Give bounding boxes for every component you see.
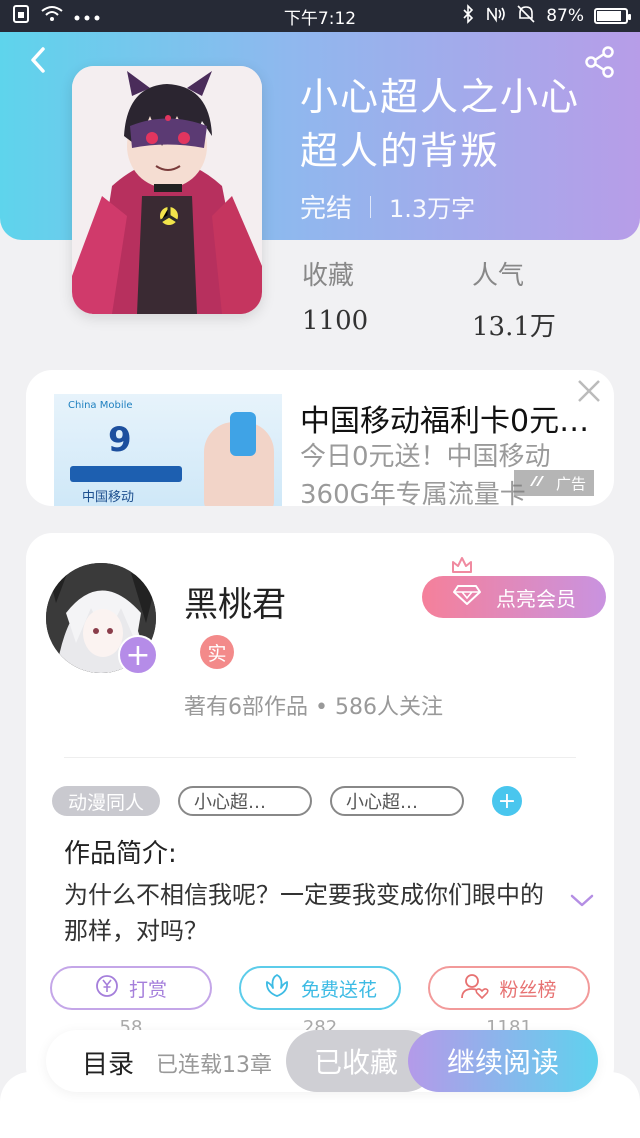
tag-item[interactable]: 小心超… [178,786,313,816]
flower-label: 免费送花 [300,978,377,1001]
popularity-value: 13.1万 [472,312,556,342]
verified-badge: 实 [200,635,234,669]
bottom-bar: 目录 已连载13章 已收藏 继续阅读 [46,1030,598,1092]
back-button[interactable] [18,42,58,82]
continue-reading-button[interactable]: 继续阅读 [408,1030,598,1092]
ad-mark-icon [528,474,550,492]
ad-card[interactable]: China Mobile 9 中国移动 中国移动福利卡0元… 今日0元送！中国移… [26,370,614,506]
status-bar: 下午7:12 87% [0,0,640,32]
action-buttons: 打赏 免费送花 粉丝榜 [50,966,590,1010]
nfc-icon [484,5,506,28]
diamond-icon [452,584,482,611]
toc-button[interactable]: 目录 [82,1044,134,1081]
reward-button[interactable]: 打赏 [50,966,212,1010]
author-card: + 黑桃君 实 点亮会员 著有6部作品 • 586人关注 动漫同人 小心超… 小… [26,533,614,1093]
flower-icon [263,973,291,1003]
ad-image[interactable]: China Mobile 9 中国移动 [54,394,282,506]
stat-popularity: 人气 13.1万 [472,255,556,343]
intro-text: 为什么不相信我呢？一定要我变成你们眼中的那样，对吗？ [64,881,544,945]
yen-coin-icon [95,974,119,1003]
mute-bell-icon [516,4,536,29]
user-heart-icon [461,973,490,1004]
book-word-count: 1.3万字 [389,195,476,223]
battery-percent: 87% [546,6,584,26]
popularity-label: 人气 [472,261,525,291]
meta-divider [370,195,372,218]
vip-button-label: 点亮会员 [496,586,576,611]
author-name[interactable]: 黑桃君 [184,577,286,626]
battery-level [597,11,622,21]
ad-image-logo: China Mobile [68,400,133,411]
favorites-label: 收藏 [302,261,355,291]
tag-item[interactable]: 小心超… [330,786,465,816]
expand-intro-button[interactable] [570,893,594,912]
tag-list: 动漫同人 小心超… 小心超… + [52,786,523,816]
favorites-value: 1100 [302,306,369,336]
stat-favorites: 收藏 1100 [302,255,368,336]
book-cover[interactable] [72,66,262,314]
book-status: 完结 [300,194,353,224]
author-stats: 著有6部作品 • 586人关注 [184,695,443,720]
ad-title[interactable]: 中国移动福利卡0元… [300,396,612,440]
close-icon [576,378,602,408]
ad-tag-label: 广告 [555,474,586,493]
send-flower-button[interactable]: 免费送花 [239,966,401,1010]
book-meta: 完结 1.3万字 [300,188,475,225]
chevron-left-icon [28,45,48,79]
chevron-down-icon [570,893,594,912]
wifi-icon [40,5,64,28]
more-dots-icon [74,6,100,26]
ad-image-banner [70,466,182,482]
follow-button[interactable]: + [118,635,158,675]
ad-close-button[interactable] [574,378,604,408]
plus-icon: + [497,788,517,814]
ad-image-price: 9 [108,420,132,460]
book-title: 小心超人之小心超人的背叛 [300,75,581,173]
bluetooth-icon [462,3,474,29]
ad-tag: 广告 [514,470,594,496]
fans-label: 粉丝榜 [499,978,557,1001]
intro-title: 作品简介: [64,839,177,869]
ad-image-brand: 中国移动 [82,490,135,505]
add-tag-button[interactable]: + [492,786,523,816]
battery-icon [594,8,631,24]
divider [64,757,576,758]
reward-label: 打赏 [128,978,167,1001]
plus-icon: + [125,637,151,673]
sim-icon [12,4,30,29]
vip-button[interactable]: 点亮会员 [422,576,606,618]
serial-count[interactable]: 已连载13章 [156,1047,272,1079]
sim-card-graphic [230,412,256,456]
fans-ranking-button[interactable]: 粉丝榜 [428,966,590,1010]
category-tag[interactable]: 动漫同人 [52,786,161,816]
